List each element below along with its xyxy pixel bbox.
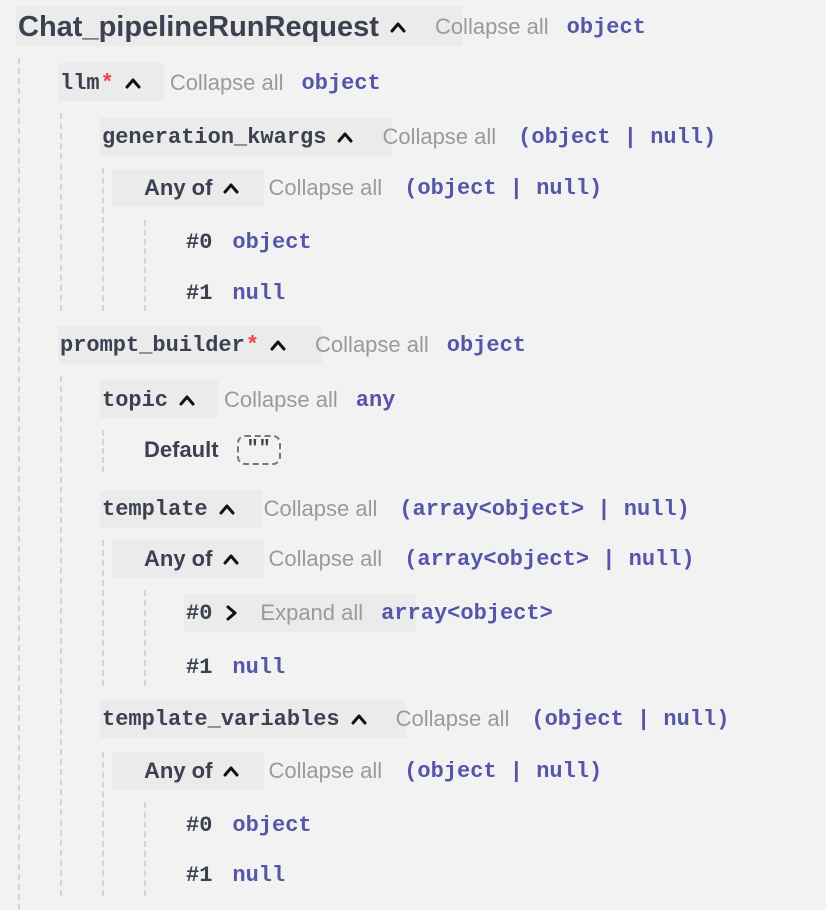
prompt-builder-indent-guide [60,376,62,896]
template-property-name: template [102,496,208,522]
gk-anyof-row: Any of Collapse all (object | null) [144,169,602,207]
chevron-up-icon[interactable] [122,72,144,94]
chevron-up-icon[interactable] [220,548,242,570]
llm-indent-guide [60,113,62,311]
llm-row: llm * Collapse all object [60,64,381,102]
option-index: #1 [186,654,213,680]
chevron-up-icon[interactable] [216,498,238,520]
prompt-builder-row: prompt_builder * Collapse all object [60,326,526,364]
chevron-up-icon[interactable] [267,334,289,356]
llm-type: object [301,70,381,96]
template-anyof-indent-guide [144,590,146,686]
topic-row: topic Collapse all any [102,381,395,419]
tv-anyof-row: Any of Collapse all (object | null) [144,752,602,790]
generation-kwargs-collapse-all-button[interactable]: Collapse all [382,124,496,150]
schema-title: Chat_pipelineRunRequest [18,10,379,43]
tv-anyof-indent-guide [144,802,146,896]
any-of-label: Any of [144,546,213,571]
topic-type: any [355,387,396,413]
option-type: object [232,229,312,255]
option-index: #0 [186,812,213,838]
chevron-up-icon[interactable] [220,177,242,199]
template-collapse-all-button[interactable]: Collapse all [264,496,378,522]
template-variables-property-name: template_variables [102,706,340,732]
prompt-builder-type: object [446,332,526,358]
option-type: null [232,654,286,680]
chevron-up-icon[interactable] [334,126,356,148]
root-collapse-all-button[interactable]: Collapse all [435,14,549,40]
gk-anyof-indent-guide [144,220,146,311]
template-type: (array<object> | null) [399,496,690,522]
option-index: #0 [186,229,213,255]
any-of-label: Any of [144,758,213,783]
llm-property-name: llm [60,70,100,96]
template-variables-type: (object | null) [531,706,730,732]
root-schema-row: Chat_pipelineRunRequest Collapse all obj… [18,8,646,46]
option-type: null [232,862,286,888]
template-variables-collapse-all-button[interactable]: Collapse all [396,706,510,732]
generation-kwargs-row: generation_kwargs Collapse all (object |… [102,118,716,156]
option-type: null [232,280,286,306]
default-value: "" [236,435,281,465]
gk-option-1-row: #1 null [186,274,285,312]
chevron-up-icon[interactable] [220,760,242,782]
template-row: template Collapse all (array<object> | n… [102,490,690,528]
option-type: object [232,812,312,838]
generation-kwargs-indent-guide [102,168,104,311]
template-option-1-row: #1 null [186,648,285,686]
required-asterisk: * [100,70,114,96]
template-variables-row: template_variables Collapse all (object … [102,700,729,738]
root-type: object [566,14,646,40]
root-indent-guide [18,58,20,910]
template-anyof-collapse-all-button[interactable]: Collapse all [268,546,382,572]
prompt-builder-collapse-all-button[interactable]: Collapse all [315,332,429,358]
gk-option-0-row: #0 object [186,223,312,261]
topic-collapse-all-button[interactable]: Collapse all [224,387,338,413]
template-indent-guide [102,540,104,686]
tv-anyof-type: (object | null) [404,758,603,784]
llm-collapse-all-button[interactable]: Collapse all [170,70,284,96]
tv-anyof-collapse-all-button[interactable]: Collapse all [268,758,382,784]
topic-indent-guide [102,430,104,472]
generation-kwargs-type: (object | null) [518,124,717,150]
template-option-0-row: #0 Expand all array<object> [186,594,553,632]
template-anyof-row: Any of Collapse all (array<object> | nul… [144,540,695,578]
tv-option-1-row: #1 null [186,856,285,894]
option-index: #1 [186,280,213,306]
default-label: Default [144,437,219,462]
any-of-label: Any of [144,175,213,200]
chevron-up-icon[interactable] [387,16,409,38]
template-variables-indent-guide [102,752,104,896]
gk-anyof-collapse-all-button[interactable]: Collapse all [268,175,382,201]
generation-kwargs-property-name: generation_kwargs [102,124,327,150]
chevron-up-icon[interactable] [176,389,198,411]
topic-property-name: topic [102,387,169,413]
tv-option-0-row: #0 object [186,806,312,844]
prompt-builder-property-name: prompt_builder [60,332,245,358]
required-asterisk: * [245,332,260,358]
option-index: #0 [186,600,213,626]
chevron-up-icon[interactable] [348,708,370,730]
gk-anyof-type: (object | null) [404,175,603,201]
option-index: #1 [186,862,213,888]
chevron-right-icon[interactable] [220,602,242,624]
topic-default-row: Default "" [144,430,281,470]
option-type: array<object> [381,600,553,626]
template-option-0-expand-all-button[interactable]: Expand all [260,600,363,626]
template-anyof-type: (array<object> | null) [404,546,695,572]
